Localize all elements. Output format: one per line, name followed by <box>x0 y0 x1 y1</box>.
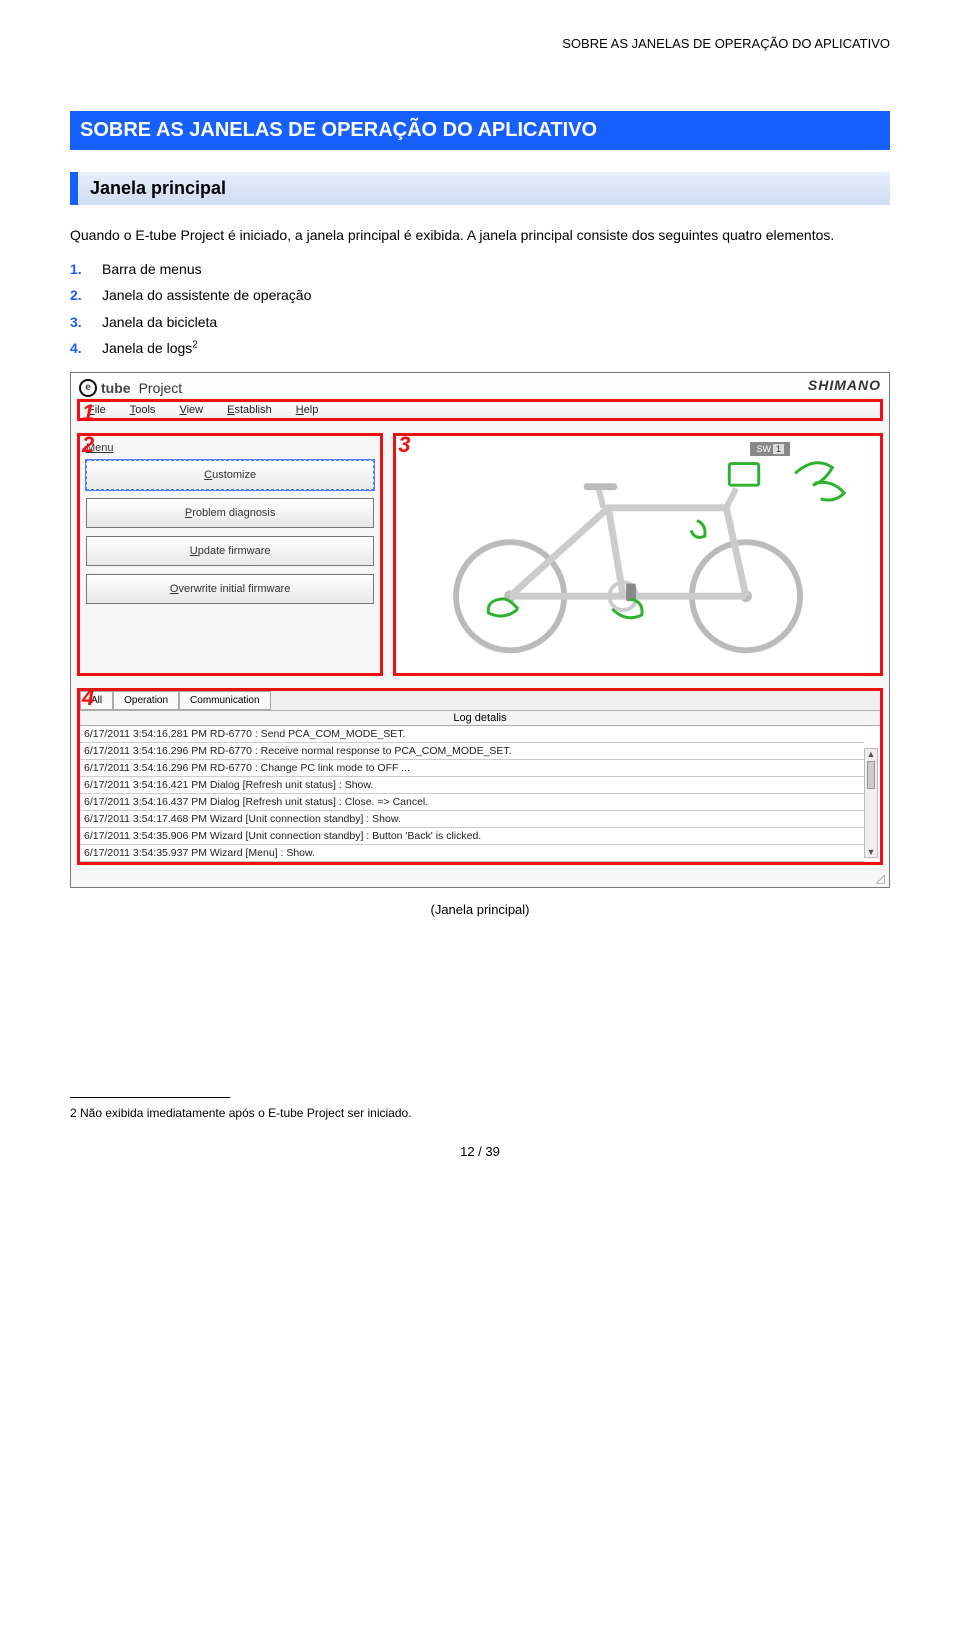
list-item: 1. Barra de menus <box>70 256 890 283</box>
log-panel: 4 All Operation Communication Log detali… <box>77 688 883 865</box>
list-num: 3. <box>70 309 88 336</box>
list-item: 4. Janela de logs2 <box>70 335 890 362</box>
screenshot-caption: (Janela principal) <box>70 902 890 917</box>
page-header: SOBRE AS JANELAS DE OPERAÇÃO DO APLICATI… <box>70 36 890 51</box>
bicycle-panel: 3 SW1 <box>393 433 883 676</box>
log-tab-operation[interactable]: Operation <box>113 691 179 710</box>
sub-title-bar: Janela principal <box>70 172 890 205</box>
list-num: 4. <box>70 335 88 362</box>
customize-button[interactable]: Customize <box>86 460 374 490</box>
logo-circle-icon: e <box>79 379 97 397</box>
etube-logo: e tube <box>79 379 131 397</box>
overwrite-firmware-button[interactable]: Overwrite initial firmware <box>86 574 374 604</box>
log-tab-communication[interactable]: Communication <box>179 691 270 710</box>
menu-heading: Menu <box>86 442 374 454</box>
problem-diagnosis-button[interactable]: Problem diagnosis <box>86 498 374 528</box>
list-item: 2. Janela do assistente de operação <box>70 282 890 309</box>
log-row: 6/17/2011 3:54:17.468 PM Wizard [Unit co… <box>80 811 864 828</box>
intro-paragraph: Quando o E-tube Project é iniciado, a ja… <box>70 223 890 248</box>
log-row: 6/17/2011 3:54:16.437 PM Dialog [Refresh… <box>80 794 864 811</box>
list-text: Janela do assistente de operação <box>102 282 311 309</box>
list-num: 1. <box>70 256 88 283</box>
list-text: Janela da bicicleta <box>102 309 217 336</box>
scroll-up-icon[interactable]: ▲ <box>865 749 877 759</box>
assistant-panel: 2 Menu Customize Problem diagnosis Updat… <box>77 433 383 676</box>
log-row: 6/17/2011 3:54:35.937 PM Wizard [Menu] :… <box>80 845 864 862</box>
footnote-separator <box>70 1097 230 1098</box>
app-project-label: Project <box>139 380 183 396</box>
numbered-list: 1. Barra de menus 2. Janela do assistent… <box>70 256 890 362</box>
sw-badge: SW1 <box>750 442 790 456</box>
footnote-text: 2 Não exibida imediatamente após o E-tub… <box>70 1104 890 1122</box>
log-row: 6/17/2011 3:54:16.296 PM RD-6770 : Recei… <box>80 743 864 760</box>
log-row: 6/17/2011 3:54:35.906 PM Wizard [Unit co… <box>80 828 864 845</box>
log-header: Log detalis <box>80 710 880 726</box>
list-item: 3. Janela da bicicleta <box>70 309 890 336</box>
log-row: 6/17/2011 3:54:16.281 PM RD-6770 : Send … <box>80 726 864 743</box>
menu-help[interactable]: Help <box>296 404 319 416</box>
menu-view[interactable]: View <box>179 404 203 416</box>
marker-1: 1 <box>82 400 94 426</box>
menubar-wrapper: 1 File Tools View Establish Help <box>71 397 889 427</box>
shimano-brand: SHIMANO <box>808 377 881 393</box>
log-row: 6/17/2011 3:54:16.421 PM Dialog [Refresh… <box>80 777 864 794</box>
list-text: Barra de menus <box>102 256 202 283</box>
page-number: 12 / 39 <box>70 1144 890 1159</box>
list-num: 2. <box>70 282 88 309</box>
scroll-down-icon[interactable]: ▼ <box>865 847 877 857</box>
resize-handle-icon[interactable]: ◿ <box>71 871 889 887</box>
log-scrollbar[interactable]: ▲ ▼ <box>864 748 878 858</box>
logo-tube-text: tube <box>101 380 131 396</box>
main-title-bar: SOBRE AS JANELAS DE OPERAÇÃO DO APLICATI… <box>70 111 890 150</box>
list-text: Janela de logs2 <box>102 335 198 362</box>
bicycle-diagram <box>402 442 874 662</box>
log-row: 6/17/2011 3:54:16.296 PM RD-6770 : Chang… <box>80 760 864 777</box>
marker-4: 4 <box>82 685 94 711</box>
marker-2: 2 <box>82 432 94 458</box>
update-firmware-button[interactable]: Update firmware <box>86 536 374 566</box>
app-titlebar: e tube Project SHIMANO <box>71 373 889 397</box>
marker-3: 3 <box>398 432 410 458</box>
menu-tools[interactable]: Tools <box>130 404 156 416</box>
scroll-thumb[interactable] <box>867 761 875 789</box>
app-screenshot: e tube Project SHIMANO 1 File Tools View… <box>70 372 890 888</box>
menu-establish[interactable]: Establish <box>227 404 272 416</box>
menubar-frame: 1 File Tools View Establish Help <box>77 399 883 421</box>
